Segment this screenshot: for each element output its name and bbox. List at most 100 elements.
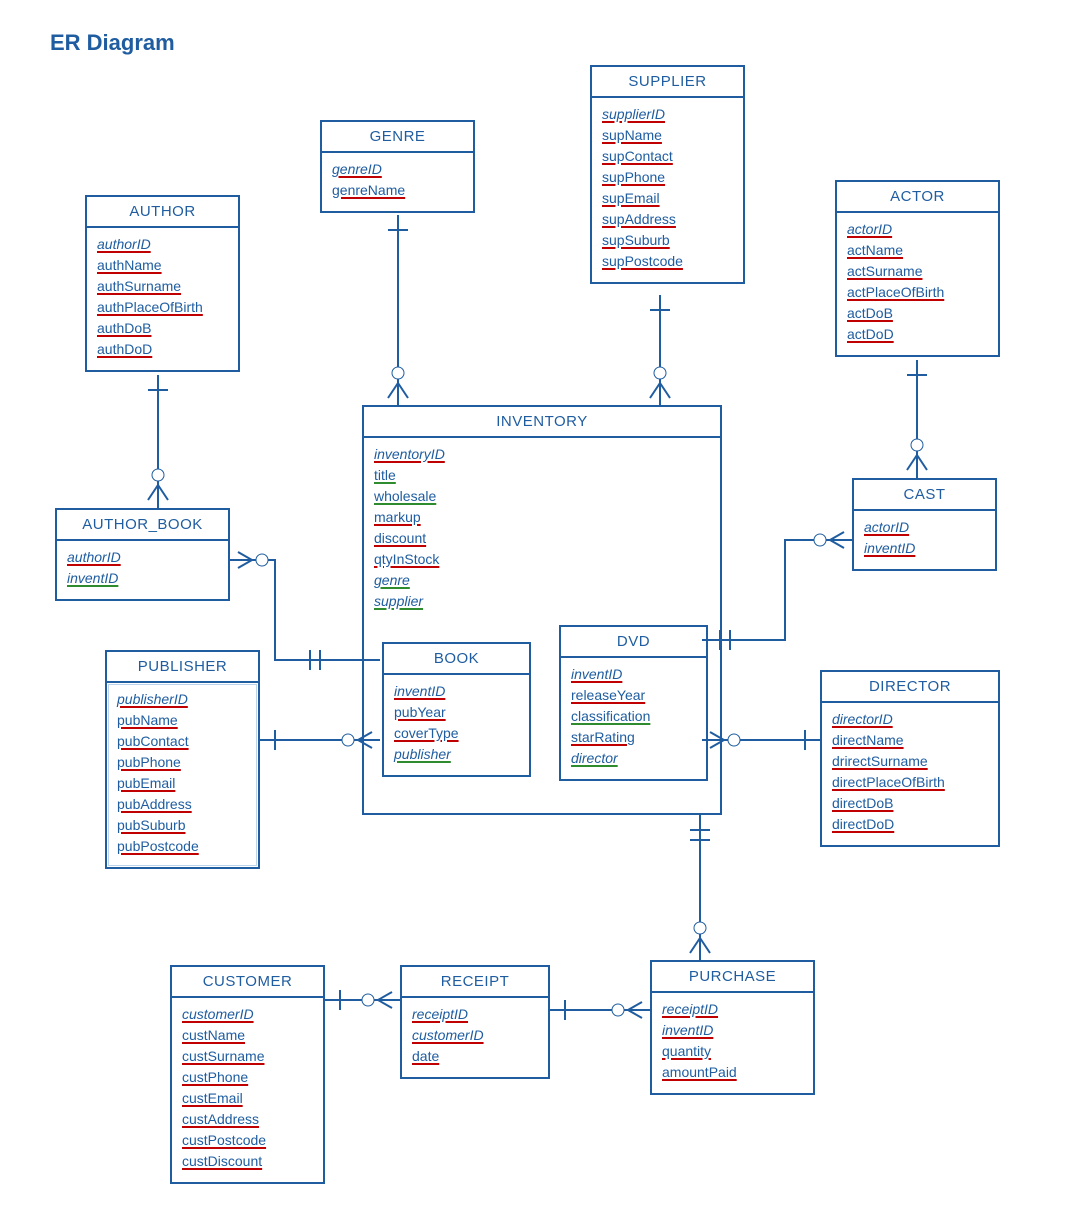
- attr: receiptID: [412, 1004, 538, 1025]
- attr: inventID: [394, 681, 519, 702]
- entity-cast: CAST actorID inventID: [852, 478, 997, 571]
- entity-publisher: PUBLISHER publisherID pubName pubContact…: [105, 650, 260, 869]
- attr: genreName: [332, 180, 463, 201]
- entity-actor-title: ACTOR: [837, 182, 998, 213]
- entity-author: AUTHOR authorID authName authSurname aut…: [85, 195, 240, 372]
- attr: wholesale: [374, 486, 710, 507]
- entity-author-book-title: AUTHOR_BOOK: [57, 510, 228, 541]
- attr: classification: [571, 706, 696, 727]
- attr: amountPaid: [662, 1062, 803, 1083]
- attr: custDiscount: [182, 1151, 313, 1172]
- attr: customerID: [182, 1004, 313, 1025]
- attr: custSurname: [182, 1046, 313, 1067]
- attr: custEmail: [182, 1088, 313, 1109]
- attr: custPostcode: [182, 1130, 313, 1151]
- attr: title: [374, 465, 710, 486]
- attr: publisher: [394, 744, 519, 765]
- entity-author-title: AUTHOR: [87, 197, 238, 228]
- entity-inventory-title: INVENTORY: [364, 407, 720, 438]
- attr: drirectSurname: [832, 751, 988, 772]
- attr: pubPhone: [117, 752, 248, 773]
- attr: custName: [182, 1025, 313, 1046]
- attr: inventID: [662, 1020, 803, 1041]
- entity-book-title: BOOK: [384, 644, 529, 675]
- entity-receipt-title: RECEIPT: [402, 967, 548, 998]
- attr: actSurname: [847, 261, 988, 282]
- attr: directDoB: [832, 793, 988, 814]
- attr: inventID: [571, 664, 696, 685]
- entity-publisher-title: PUBLISHER: [107, 652, 258, 683]
- attr: quantity: [662, 1041, 803, 1062]
- entity-dvd: DVD inventID releaseYear classification …: [559, 625, 708, 781]
- attr: authPlaceOfBirth: [97, 297, 228, 318]
- entity-genre: GENRE genreID genreName: [320, 120, 475, 213]
- attr: actorID: [847, 219, 988, 240]
- attr: publisherID: [117, 689, 248, 710]
- entity-director: DIRECTOR directorID directName drirectSu…: [820, 670, 1000, 847]
- attr: authDoD: [97, 339, 228, 360]
- attr: authDoB: [97, 318, 228, 339]
- entity-purchase-title: PURCHASE: [652, 962, 813, 993]
- attr: actDoB: [847, 303, 988, 324]
- attr: custAddress: [182, 1109, 313, 1130]
- attr: pubContact: [117, 731, 248, 752]
- attr: authName: [97, 255, 228, 276]
- entity-dvd-title: DVD: [561, 627, 706, 658]
- entity-purchase: PURCHASE receiptID inventID quantity amo…: [650, 960, 815, 1095]
- entity-inventory: INVENTORY inventoryID title wholesale ma…: [362, 405, 722, 815]
- attr: authorID: [97, 234, 228, 255]
- attr: discount: [374, 528, 710, 549]
- attr: supplierID: [602, 104, 733, 125]
- entity-book: BOOK inventID pubYear coverType publishe…: [382, 642, 531, 777]
- attr: pubEmail: [117, 773, 248, 794]
- entity-actor: ACTOR actorID actName actSurname actPlac…: [835, 180, 1000, 357]
- attr: authSurname: [97, 276, 228, 297]
- attr: supPhone: [602, 167, 733, 188]
- attr: supPostcode: [602, 251, 733, 272]
- attr: directName: [832, 730, 988, 751]
- attr: supContact: [602, 146, 733, 167]
- attr: directPlaceOfBirth: [832, 772, 988, 793]
- page-title: ER Diagram: [50, 30, 175, 56]
- attr: genre: [374, 570, 710, 591]
- attr: supName: [602, 125, 733, 146]
- attr: director: [571, 748, 696, 769]
- entity-customer: CUSTOMER customerID custName custSurname…: [170, 965, 325, 1184]
- attr: starRating: [571, 727, 696, 748]
- attr: supEmail: [602, 188, 733, 209]
- attr: directDoD: [832, 814, 988, 835]
- attr: authorID: [67, 547, 218, 568]
- attr: customerID: [412, 1025, 538, 1046]
- attr: pubSuburb: [117, 815, 248, 836]
- attr: receiptID: [662, 999, 803, 1020]
- entity-cast-title: CAST: [854, 480, 995, 511]
- attr: supAddress: [602, 209, 733, 230]
- entity-receipt: RECEIPT receiptID customerID date: [400, 965, 550, 1079]
- attr: inventoryID: [374, 444, 710, 465]
- entity-genre-title: GENRE: [322, 122, 473, 153]
- attr: pubYear: [394, 702, 519, 723]
- entity-author-book: AUTHOR_BOOK authorID inventID: [55, 508, 230, 601]
- entity-director-title: DIRECTOR: [822, 672, 998, 703]
- attr: supplier: [374, 591, 710, 612]
- attr: coverType: [394, 723, 519, 744]
- attr: inventID: [864, 538, 985, 559]
- attr: actPlaceOfBirth: [847, 282, 988, 303]
- entity-customer-title: CUSTOMER: [172, 967, 323, 998]
- attr: actName: [847, 240, 988, 261]
- attr: releaseYear: [571, 685, 696, 706]
- attr: genreID: [332, 159, 463, 180]
- attr: pubPostcode: [117, 836, 248, 857]
- attr: pubAddress: [117, 794, 248, 815]
- attr: actorID: [864, 517, 985, 538]
- attr: qtyInStock: [374, 549, 710, 570]
- attr: pubName: [117, 710, 248, 731]
- attr: markup: [374, 507, 710, 528]
- attr: inventID: [67, 568, 218, 589]
- attr: actDoD: [847, 324, 988, 345]
- entity-supplier-title: SUPPLIER: [592, 67, 743, 98]
- attr: supSuburb: [602, 230, 733, 251]
- entity-supplier: SUPPLIER supplierID supName supContact s…: [590, 65, 745, 284]
- attr: directorID: [832, 709, 988, 730]
- attr: date: [412, 1046, 538, 1067]
